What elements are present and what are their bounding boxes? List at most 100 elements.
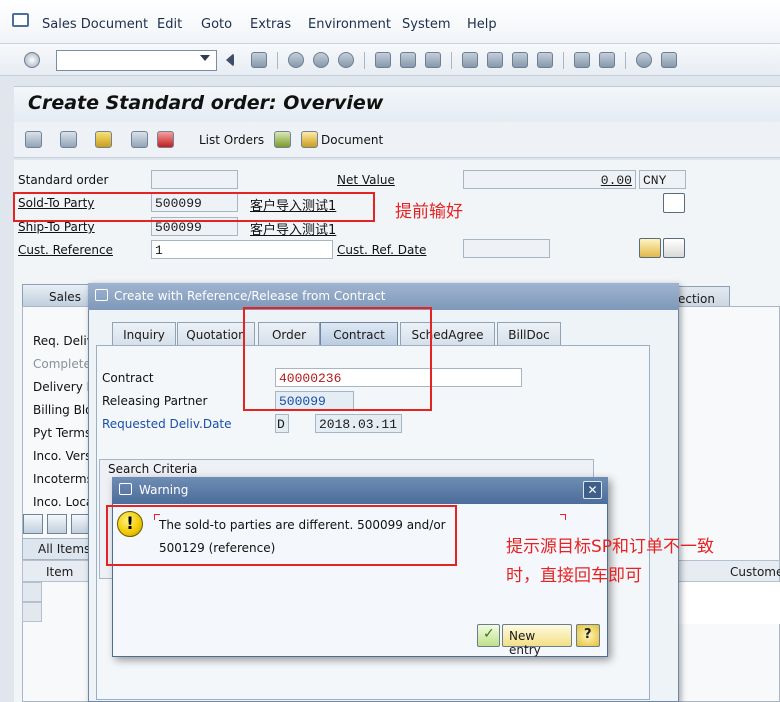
next-page-icon[interactable]: [512, 52, 528, 68]
confirm-checkmark-button[interactable]: ✓: [477, 624, 500, 647]
help-icon[interactable]: [636, 52, 652, 68]
annotation-corner-mark: [560, 514, 566, 520]
find-icon[interactable]: [400, 52, 416, 68]
tab-item-selection-label: ection: [678, 292, 715, 306]
tab-sales-label: Sales: [49, 290, 81, 304]
tab-billdoc[interactable]: BillDoc: [497, 322, 561, 346]
toolbar-separator: [451, 52, 452, 69]
inco-version-label: Inco. Vers: [33, 449, 92, 463]
save-icon[interactable]: [251, 52, 267, 68]
command-dropdown-chevron-down-icon[interactable]: [200, 55, 210, 61]
row-selector[interactable]: [22, 582, 42, 602]
menu-environment[interactable]: Environment: [308, 17, 391, 32]
tab-inquiry-label: Inquiry: [123, 328, 165, 342]
orders-icon[interactable]: [663, 238, 685, 258]
reference-dialog-title: Create with Reference/Release from Contr…: [114, 289, 386, 303]
delete-icon[interactable]: [157, 131, 174, 148]
partner-icon[interactable]: [95, 131, 112, 148]
billing-block-label: Billing Blo: [33, 403, 93, 417]
close-icon[interactable]: ✕: [583, 481, 602, 499]
tab-sales[interactable]: Sales: [22, 284, 92, 308]
search-criteria-label: Search Criteria: [108, 462, 198, 476]
back-icon[interactable]: [288, 52, 304, 68]
help-question-icon[interactable]: ?: [576, 624, 600, 647]
header-icon[interactable]: [60, 131, 77, 148]
item-column-header: Item: [22, 560, 92, 582]
menu-help[interactable]: Help: [467, 17, 497, 32]
document-button[interactable]: Document: [321, 133, 383, 147]
order-number-field[interactable]: [151, 170, 238, 189]
menu-bar: Sales Document Edit Goto Extras Environm…: [0, 0, 780, 44]
complete-label: Complete: [33, 357, 91, 371]
list-orders-button[interactable]: List Orders: [199, 133, 264, 147]
customer-column-header: Custome: [678, 560, 780, 582]
net-value-label: Net Value: [337, 173, 395, 187]
inco-location-label: Inco. Loca: [33, 495, 94, 509]
toolbar-separator: [625, 52, 626, 69]
net-value-field: 0.00: [463, 170, 636, 189]
annotation-note-warning-2: 时，直接回车即可: [506, 566, 642, 586]
dialog-menu-icon[interactable]: [95, 289, 108, 301]
menu-sales-document[interactable]: Sales Document: [42, 17, 148, 32]
menu-extras[interactable]: Extras: [250, 17, 291, 32]
command-field[interactable]: [56, 50, 217, 71]
sum-icon[interactable]: [274, 131, 291, 148]
menu-system[interactable]: System: [402, 17, 450, 32]
toolbar-separator: [277, 52, 278, 69]
find-next-icon[interactable]: [425, 52, 441, 68]
all-items-header: All Items: [22, 538, 92, 560]
copy-icon[interactable]: [131, 131, 148, 148]
item-column-label: Item: [46, 565, 74, 579]
system-menu-icon[interactable]: [12, 13, 29, 27]
print-icon[interactable]: [375, 52, 391, 68]
contract-label: Contract: [102, 371, 154, 385]
row-selector[interactable]: [22, 602, 42, 622]
previous-page-icon[interactable]: [487, 52, 503, 68]
display-icon[interactable]: [25, 131, 42, 148]
layout-icon[interactable]: [661, 52, 677, 68]
annotation-sold-to-box: [13, 192, 375, 222]
page-title: Create Standard order: Overview: [28, 92, 384, 114]
cust-reference-field[interactable]: 1: [151, 240, 333, 259]
customer-column-label: Custome: [730, 565, 780, 579]
new-entry-button[interactable]: New entry: [502, 624, 572, 657]
menu-goto[interactable]: Goto: [201, 17, 232, 32]
warning-menu-icon[interactable]: [119, 483, 132, 495]
application-toolbar: [14, 122, 780, 158]
first-page-icon[interactable]: [462, 52, 478, 68]
delivery-block-label: Delivery B: [33, 380, 95, 394]
incoterms-label: Incoterms: [33, 472, 93, 486]
annotation-corner-mark: [154, 514, 160, 520]
address-icon[interactable]: [639, 238, 661, 258]
tab-inquiry[interactable]: Inquiry: [112, 322, 176, 346]
new-session-icon[interactable]: [574, 52, 590, 68]
ship-to-party-label: Ship-To Party: [18, 220, 95, 234]
cust-reference-label: Cust. Reference: [18, 243, 113, 257]
menu-edit[interactable]: Edit: [157, 17, 182, 32]
checkmark-icon: ✓: [483, 626, 495, 642]
tab-billdoc-label: BillDoc: [508, 328, 550, 342]
date-type-field[interactable]: D: [275, 414, 289, 433]
toolbar-separator: [563, 52, 564, 69]
requested-deliv-date-label: Requested Deliv.Date: [102, 417, 232, 431]
order-type-label: Standard order: [18, 173, 109, 187]
net-value-text: 0.00: [600, 173, 632, 188]
cancel-icon[interactable]: [338, 52, 354, 68]
tab-quotation-label: Quotation: [186, 328, 246, 342]
back-arrow-icon[interactable]: [226, 53, 234, 67]
req-deliv-label: Req. Deliv: [33, 334, 94, 348]
cust-ref-date-field[interactable]: [463, 239, 550, 258]
enter-icon[interactable]: [24, 52, 40, 68]
annotation-note-prefill: 提前输好: [395, 202, 463, 222]
exit-icon[interactable]: [313, 52, 329, 68]
toolbar-separator: [364, 52, 365, 69]
document-flow-icon[interactable]: [301, 131, 318, 148]
requested-deliv-date-field[interactable]: 2018.03.11: [315, 414, 402, 433]
releasing-partner-label: Releasing Partner: [102, 394, 208, 408]
details-icon[interactable]: [23, 514, 43, 534]
document-icon[interactable]: [663, 193, 685, 213]
last-page-icon[interactable]: [537, 52, 553, 68]
shortcut-icon[interactable]: [599, 52, 615, 68]
select-all-icon[interactable]: [47, 514, 67, 534]
new-entry-label: New entry: [509, 629, 541, 657]
